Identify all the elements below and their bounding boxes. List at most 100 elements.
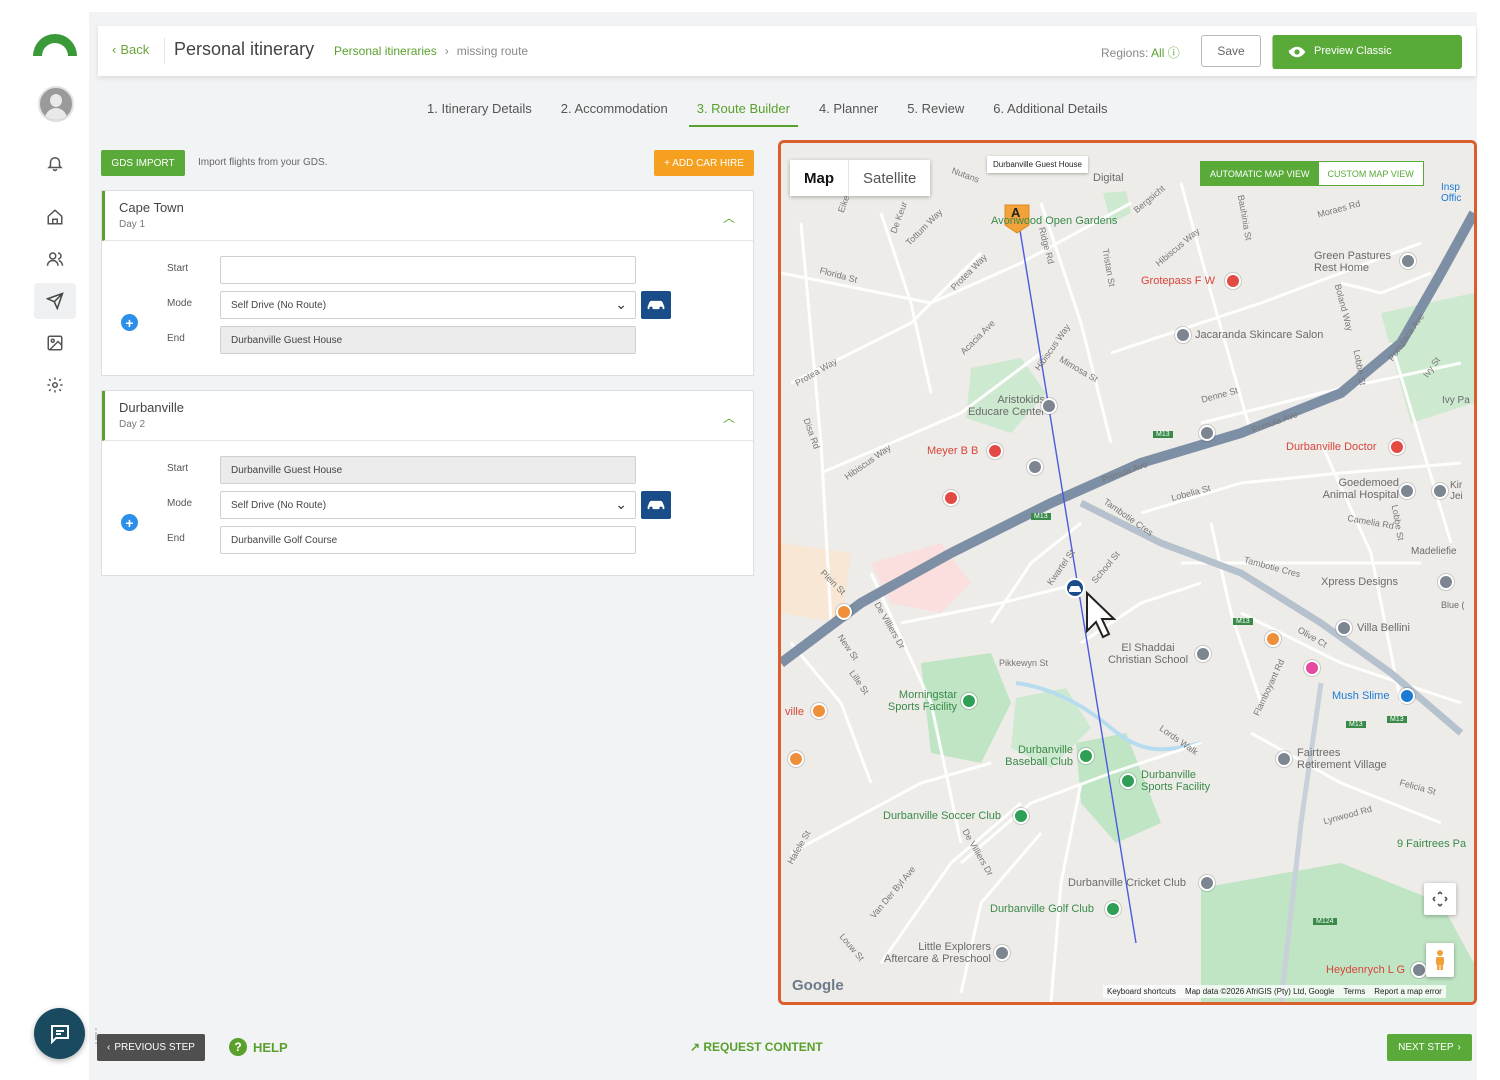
next-step-label: NEXT STEP bbox=[1398, 1042, 1454, 1053]
place-marker-icon[interactable] bbox=[1041, 398, 1057, 414]
place-madeliefie: Madeliefie bbox=[1411, 546, 1457, 557]
place-marker-icon[interactable] bbox=[994, 945, 1010, 961]
help-link[interactable]: ? HELP bbox=[229, 1038, 288, 1056]
place-marker-icon[interactable] bbox=[1336, 620, 1352, 636]
place-marker-icon[interactable] bbox=[1399, 688, 1415, 704]
place-marker-icon[interactable] bbox=[1432, 483, 1448, 499]
custom-map-view-button[interactable]: CUSTOM MAP VIEW bbox=[1318, 162, 1423, 185]
home-icon[interactable] bbox=[34, 199, 76, 235]
place-marker-icon[interactable] bbox=[788, 751, 804, 767]
place-marker-icon[interactable] bbox=[1078, 748, 1094, 764]
sidebar bbox=[0, 0, 90, 1080]
chat-icon[interactable] bbox=[34, 1008, 85, 1059]
preview-classic-label: Preview Classic bbox=[1314, 45, 1392, 58]
regions-value: All bbox=[1151, 46, 1165, 60]
gds-import-text: Import flights from your GDS. bbox=[198, 157, 328, 168]
place-villa-bellini: Villa Bellini bbox=[1357, 622, 1410, 634]
place-goedemoed: Goedemoed Animal Hospital bbox=[1322, 477, 1399, 501]
place-sports-facility: Durbanville Sports Facility bbox=[1141, 769, 1211, 793]
map-type-satellite-button[interactable]: Satellite bbox=[849, 160, 930, 196]
save-button[interactable]: Save bbox=[1201, 35, 1261, 67]
place-marker-icon[interactable] bbox=[1027, 459, 1043, 475]
add-car-hire-button[interactable]: + ADD CAR HIRE bbox=[654, 150, 754, 176]
gds-import-button[interactable]: GDS IMPORT bbox=[101, 150, 185, 176]
route-map[interactable]: A Avonwood Open Gardens Grotepass F W Ja… bbox=[778, 140, 1477, 1005]
restaurant-marker-icon[interactable] bbox=[1225, 273, 1241, 289]
place-aristokids: Aristokids Educare Center bbox=[967, 394, 1045, 418]
request-content-link[interactable]: ↗ REQUEST CONTENT bbox=[690, 1040, 823, 1054]
add-stop-button[interactable]: + bbox=[121, 514, 138, 531]
step-additional-details[interactable]: 6. Additional Details bbox=[993, 101, 1107, 127]
chevron-up-icon[interactable]: ︿ bbox=[723, 209, 735, 226]
place-fairtrees: Fairtrees Retirement Village bbox=[1297, 747, 1387, 771]
chevron-up-icon[interactable]: ︿ bbox=[723, 409, 735, 426]
place-marker-icon[interactable] bbox=[1195, 646, 1211, 662]
place-golf: Durbanville Golf Club bbox=[990, 903, 1094, 915]
place-marker-icon[interactable] bbox=[1400, 253, 1416, 269]
place-marker-icon[interactable] bbox=[1304, 660, 1320, 676]
map-view-toggle: AUTOMATIC MAP VIEW CUSTOM MAP VIEW bbox=[1200, 161, 1424, 186]
place-marker-icon[interactable] bbox=[1389, 439, 1405, 455]
regions-selector[interactable]: Regions: All ⓘ bbox=[1101, 44, 1180, 61]
place-marker-icon[interactable] bbox=[1013, 808, 1029, 824]
pegman-street-view-icon[interactable] bbox=[1426, 943, 1454, 977]
place-marker-icon[interactable] bbox=[1438, 574, 1454, 590]
map-type-map-button[interactable]: Map bbox=[790, 160, 849, 196]
place-marker-icon[interactable] bbox=[1199, 875, 1215, 891]
place-marker-icon[interactable] bbox=[1265, 631, 1281, 647]
previous-step-button[interactable]: ‹ PREVIOUS STEP bbox=[97, 1034, 205, 1061]
preview-classic-button[interactable]: Preview Classic ▼ bbox=[1272, 35, 1462, 69]
place-digital: Digital bbox=[1093, 172, 1124, 184]
settings-gear-icon[interactable] bbox=[34, 367, 76, 403]
road-shield-m13: M13 bbox=[1387, 716, 1407, 724]
map-type-control: Map Satellite bbox=[790, 160, 931, 196]
itineraries-send-icon[interactable] bbox=[34, 283, 76, 319]
step-accommodation[interactable]: 2. Accommodation bbox=[561, 101, 668, 127]
place-marker-icon[interactable] bbox=[1175, 327, 1191, 343]
notifications-bell-icon[interactable] bbox=[34, 145, 76, 181]
place-marker-icon[interactable] bbox=[836, 604, 852, 620]
place-marker-icon[interactable] bbox=[987, 443, 1003, 459]
day-card-header[interactable]: Durbanville Day 2 ︿ bbox=[102, 391, 753, 441]
place-marker-icon[interactable] bbox=[1411, 962, 1427, 978]
day-card-header[interactable]: Cape Town Day 1 ︿ bbox=[102, 191, 753, 241]
place-marker-icon[interactable] bbox=[811, 703, 827, 719]
street-pikkewyn: Pikkewyn St bbox=[999, 658, 1049, 668]
report-error-link[interactable]: Report a map error bbox=[1374, 987, 1442, 996]
fullscreen-icon[interactable] bbox=[1424, 883, 1456, 915]
place-marker-icon[interactable] bbox=[1399, 483, 1415, 499]
step-itinerary-details[interactable]: 1. Itinerary Details bbox=[427, 101, 532, 127]
place-marker-icon[interactable] bbox=[1276, 751, 1292, 767]
car-icon[interactable] bbox=[641, 491, 671, 519]
google-logo: Google bbox=[792, 977, 844, 994]
start-input: Durbanville Guest House bbox=[220, 456, 636, 484]
step-planner[interactable]: 4. Planner bbox=[819, 101, 878, 127]
breadcrumb-link[interactable]: Personal itineraries bbox=[334, 44, 437, 58]
mode-label: Mode bbox=[167, 298, 193, 309]
mode-select[interactable]: Self Drive (No Route) bbox=[220, 291, 636, 319]
back-link[interactable]: ‹ Back bbox=[112, 42, 149, 57]
image-gallery-icon[interactable] bbox=[34, 325, 76, 361]
step-review[interactable]: 5. Review bbox=[907, 101, 964, 127]
place-durbanville-doctor: Durbanville Doctor bbox=[1286, 441, 1377, 453]
chevron-right-icon: › bbox=[1457, 1042, 1461, 1053]
place-baseball: Durbanville Baseball Club bbox=[1005, 744, 1073, 768]
add-stop-button[interactable]: + bbox=[121, 314, 138, 331]
automatic-map-view-button[interactable]: AUTOMATIC MAP VIEW bbox=[1201, 162, 1319, 185]
users-icon[interactable] bbox=[34, 241, 76, 277]
place-marker-icon[interactable] bbox=[1199, 425, 1215, 441]
start-input[interactable] bbox=[220, 256, 636, 284]
start-label: Start bbox=[167, 463, 189, 474]
place-marker-icon[interactable] bbox=[961, 693, 977, 709]
car-icon[interactable] bbox=[641, 291, 671, 319]
end-input[interactable]: Durbanville Golf Course bbox=[220, 526, 636, 554]
next-step-button[interactable]: NEXT STEP › bbox=[1387, 1034, 1472, 1061]
keyboard-shortcuts-link[interactable]: Keyboard shortcuts bbox=[1107, 987, 1176, 996]
avatar[interactable] bbox=[38, 86, 74, 122]
terms-link[interactable]: Terms bbox=[1343, 987, 1365, 996]
mode-select[interactable]: Self Drive (No Route) bbox=[220, 491, 636, 519]
hospital-marker-icon[interactable] bbox=[943, 490, 959, 506]
place-marker-icon[interactable] bbox=[1105, 901, 1121, 917]
step-route-builder[interactable]: 3. Route Builder bbox=[688, 101, 798, 127]
place-marker-icon[interactable] bbox=[1120, 773, 1136, 789]
